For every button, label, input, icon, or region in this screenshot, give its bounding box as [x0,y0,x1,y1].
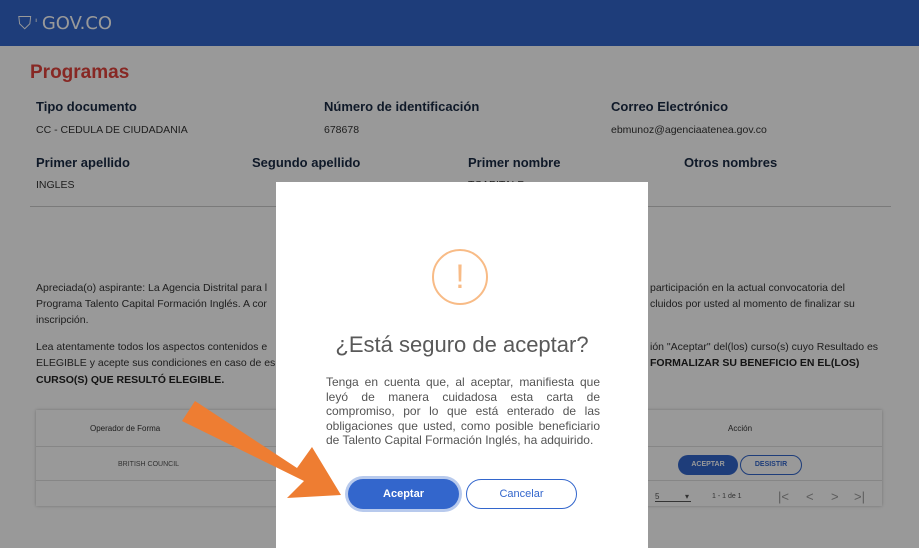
pointer-arrow-icon [182,401,341,498]
